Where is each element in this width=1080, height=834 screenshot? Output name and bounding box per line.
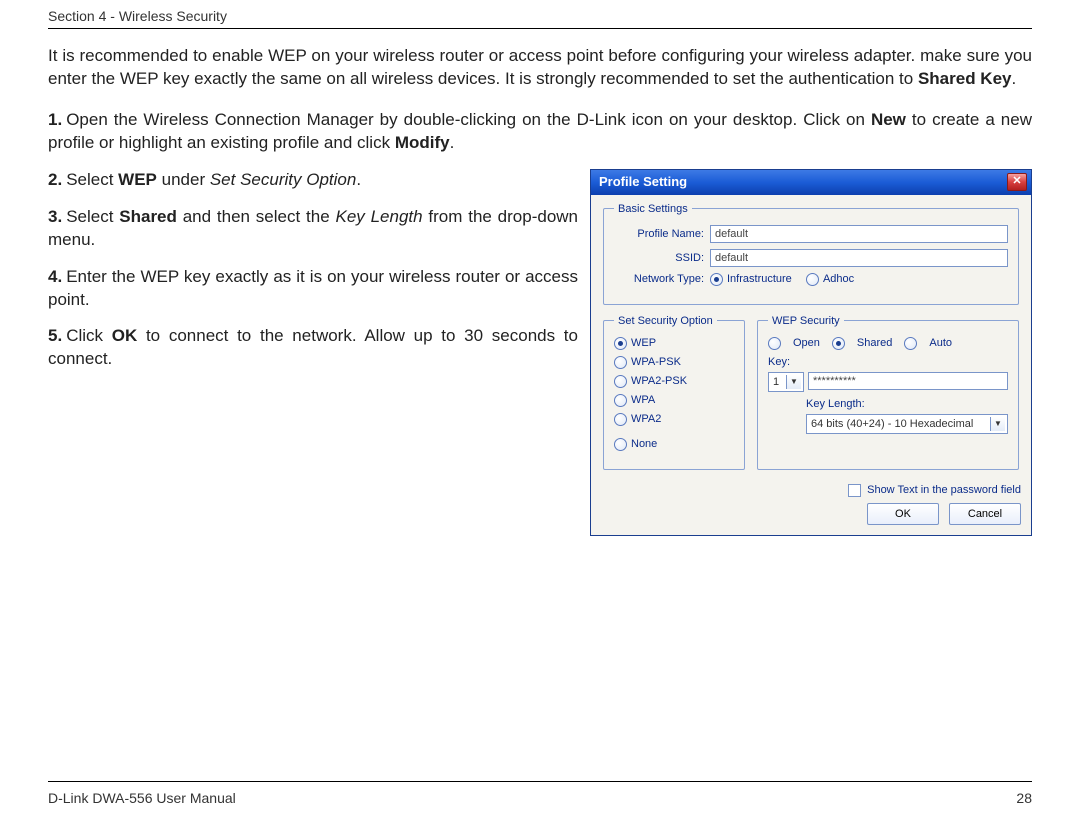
radio-label: Shared bbox=[857, 337, 892, 349]
step-text: . bbox=[450, 133, 455, 152]
radio-wep[interactable] bbox=[614, 337, 627, 350]
radio-label: WPA2-PSK bbox=[631, 375, 687, 387]
profile-name-input[interactable] bbox=[710, 225, 1008, 243]
footer-left: D-Link DWA-556 User Manual bbox=[48, 790, 236, 806]
steps-left: 2.Select WEP under Set Security Option. … bbox=[48, 169, 578, 372]
key-label: Key: bbox=[768, 356, 1008, 368]
profile-name-label: Profile Name: bbox=[614, 228, 704, 240]
step-num: 3. bbox=[48, 207, 62, 226]
step-num: 2. bbox=[48, 170, 62, 189]
step-text: and then select the bbox=[177, 207, 336, 226]
intro-bold: Shared Key bbox=[918, 69, 1012, 88]
chevron-down-icon: ▼ bbox=[990, 417, 1005, 431]
radio-label: None bbox=[631, 438, 657, 450]
step-text: Click bbox=[66, 326, 112, 345]
radio-open[interactable] bbox=[768, 337, 781, 350]
section-title: Section 4 - Wireless Security bbox=[48, 8, 227, 24]
close-icon[interactable]: ✕ bbox=[1007, 173, 1027, 191]
radio-auto[interactable] bbox=[904, 337, 917, 350]
step-3: 3.Select Shared and then select the Key … bbox=[48, 206, 578, 252]
step-text: under bbox=[157, 170, 210, 189]
step-text: . bbox=[356, 170, 361, 189]
step-italic: Key Length bbox=[335, 207, 422, 226]
step-italic: Set Security Option bbox=[210, 170, 356, 189]
step-2: 2.Select WEP under Set Security Option. bbox=[48, 169, 578, 192]
wep-key-input[interactable] bbox=[808, 372, 1008, 390]
network-type-radios: Infrastructure Adhoc bbox=[710, 273, 854, 286]
security-option-legend: Set Security Option bbox=[614, 315, 717, 327]
step-5: 5.Click OK to connect to the network. Al… bbox=[48, 325, 578, 371]
radio-label: WPA-PSK bbox=[631, 356, 681, 368]
key-length-select[interactable]: 64 bits (40+24) - 10 Hexadecimal ▼ bbox=[806, 414, 1008, 434]
radio-label: Open bbox=[793, 337, 820, 349]
step-text: Open the Wireless Connection Manager by … bbox=[66, 110, 871, 129]
basic-settings-legend: Basic Settings bbox=[614, 203, 692, 215]
cancel-button[interactable]: Cancel bbox=[949, 503, 1021, 525]
radio-label: WPA bbox=[631, 394, 655, 406]
step-bold: WEP bbox=[118, 170, 157, 189]
dialog-title: Profile Setting bbox=[599, 174, 687, 189]
radio-label: WPA2 bbox=[631, 413, 661, 425]
step-1: 1.Open the Wireless Connection Manager b… bbox=[48, 109, 1032, 155]
step-bold: OK bbox=[112, 326, 138, 345]
radio-label: Adhoc bbox=[823, 273, 854, 285]
wep-security-fieldset: WEP Security Open Shared Auto Key: 1 ▼ bbox=[757, 315, 1019, 470]
radio-wpa[interactable] bbox=[614, 394, 627, 407]
intro-paragraph: It is recommended to enable WEP on your … bbox=[48, 45, 1032, 91]
network-type-label: Network Type: bbox=[614, 273, 704, 285]
intro-after: . bbox=[1012, 69, 1017, 88]
page-footer: D-Link DWA-556 User Manual 28 bbox=[48, 781, 1032, 806]
key-index-select[interactable]: 1 ▼ bbox=[768, 372, 804, 392]
dialog-body: Basic Settings Profile Name: SSID: Netwo… bbox=[591, 195, 1031, 535]
radio-infrastructure[interactable] bbox=[710, 273, 723, 286]
steps-list: 1.Open the Wireless Connection Manager b… bbox=[48, 109, 1032, 155]
step-text: Select bbox=[66, 207, 119, 226]
basic-settings-fieldset: Basic Settings Profile Name: SSID: Netwo… bbox=[603, 203, 1019, 305]
security-option-fieldset: Set Security Option WEP WPA-PSK WPA2-PSK… bbox=[603, 315, 745, 470]
chevron-down-icon: ▼ bbox=[786, 375, 801, 389]
page-header: Section 4 - Wireless Security bbox=[48, 8, 1032, 29]
button-label: OK bbox=[895, 508, 911, 520]
dialog-titlebar[interactable]: Profile Setting ✕ bbox=[591, 170, 1031, 195]
radio-wpa2-psk[interactable] bbox=[614, 375, 627, 388]
show-text-row: Show Text in the password field bbox=[601, 484, 1021, 497]
step-text: Select bbox=[66, 170, 118, 189]
key-length-value: 64 bits (40+24) - 10 Hexadecimal bbox=[811, 418, 973, 430]
radio-wpa-psk[interactable] bbox=[614, 356, 627, 369]
ssid-input[interactable] bbox=[710, 249, 1008, 267]
radio-wpa2[interactable] bbox=[614, 413, 627, 426]
intro-text: It is recommended to enable WEP on your … bbox=[48, 46, 1032, 88]
step-bold: Modify bbox=[395, 133, 450, 152]
step-bold: Shared bbox=[119, 207, 177, 226]
show-text-label: Show Text in the password field bbox=[867, 484, 1021, 496]
radio-label: Auto bbox=[929, 337, 952, 349]
radio-label: Infrastructure bbox=[727, 273, 792, 285]
radio-adhoc[interactable] bbox=[806, 273, 819, 286]
step-4: 4.Enter the WEP key exactly as it is on … bbox=[48, 266, 578, 312]
step-num: 5. bbox=[48, 326, 62, 345]
ssid-label: SSID: bbox=[614, 252, 704, 264]
step-num: 1. bbox=[48, 110, 62, 129]
step-bold: New bbox=[871, 110, 906, 129]
page-number: 28 bbox=[1016, 790, 1032, 806]
radio-label: WEP bbox=[631, 337, 656, 349]
key-index-value: 1 bbox=[773, 376, 779, 388]
button-label: Cancel bbox=[968, 508, 1002, 520]
key-length-label: Key Length: bbox=[806, 398, 1008, 410]
step-text: Enter the WEP key exactly as it is on yo… bbox=[48, 267, 578, 309]
ok-button[interactable]: OK bbox=[867, 503, 939, 525]
profile-setting-dialog: Profile Setting ✕ Basic Settings Profile… bbox=[590, 169, 1032, 536]
show-text-checkbox[interactable] bbox=[848, 484, 861, 497]
step-num: 4. bbox=[48, 267, 62, 286]
radio-shared[interactable] bbox=[832, 337, 845, 350]
radio-none[interactable] bbox=[614, 438, 627, 451]
wep-security-legend: WEP Security bbox=[768, 315, 844, 327]
